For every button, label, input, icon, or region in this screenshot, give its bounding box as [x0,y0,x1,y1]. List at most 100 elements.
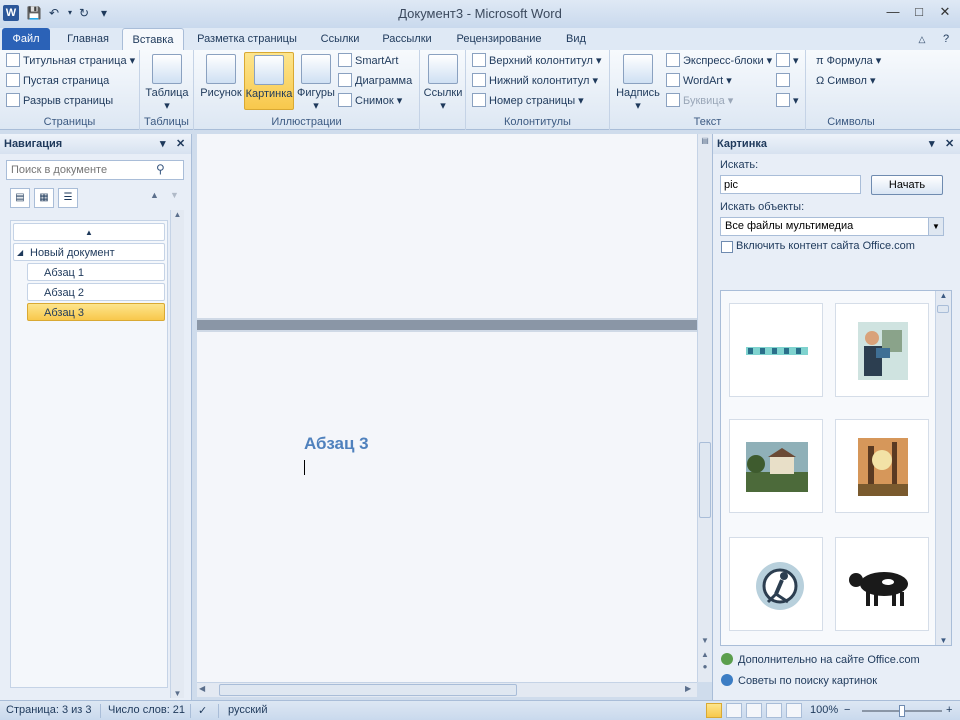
zoom-level[interactable]: 100% [810,704,838,716]
document-horizontal-scrollbar[interactable]: ◀ ▶ [197,682,697,697]
document-heading[interactable]: Абзац 3 [304,434,369,454]
tab-references[interactable]: Ссылки [310,28,370,50]
media-type-select[interactable]: Все файлы мультимедиа ▼ [720,217,944,236]
pane-close-icon[interactable]: ✕ [945,134,954,154]
help-icon[interactable]: ? [936,28,956,50]
scroll-down-icon[interactable]: ▼ [936,636,951,645]
tab-mailings[interactable]: Рассылки [376,28,438,50]
scroll-up-icon[interactable]: ▲ [936,291,951,300]
quick-parts-button[interactable]: Экспресс-блоки ▾ [666,52,772,71]
clipart-search-input[interactable] [720,175,861,194]
nav-scrollbar[interactable]: ▲ ▼ [170,210,184,698]
maximize-icon[interactable]: □ [906,2,932,22]
search-icon[interactable]: ⚲ [156,162,165,176]
chevron-down-icon[interactable]: ▼ [928,218,943,235]
scroll-right-icon[interactable]: ▶ [685,684,691,693]
next-heading-icon[interactable]: ▼ [170,190,179,200]
page-number-button[interactable]: Номер страницы ▾ [472,92,584,111]
web-layout-icon[interactable] [746,703,762,718]
previous-page[interactable] [197,134,697,318]
tab-home[interactable]: Главная [56,28,120,50]
wordart-button[interactable]: WordArt ▾ [666,72,732,91]
pane-options-icon[interactable]: ▾ [160,134,166,154]
horizontal-scroll-thumb[interactable] [219,684,517,696]
cow-image [849,572,908,606]
wordart-icon [666,73,680,87]
links-button[interactable]: Ссылки ▾ [422,52,464,112]
browse-object-icon[interactable]: ● [698,662,712,671]
vertical-scroll-thumb[interactable] [699,442,711,518]
tab-page-layout[interactable]: Разметка страницы [190,28,304,50]
tree-item-paragraph-3[interactable]: Абзац 3 [27,303,165,321]
screenshot-button[interactable]: Снимок ▾ [338,92,402,111]
proofing-icon[interactable]: ✓ [198,704,207,717]
object-icon[interactable]: ▾ [776,92,799,111]
tree-item-paragraph-2[interactable]: Абзац 2 [27,283,165,301]
footer-button[interactable]: Нижний колонтитул ▾ [472,72,598,91]
include-office-checkbox[interactable] [721,241,733,253]
scroll-down-icon[interactable]: ▼ [171,689,184,698]
smartart-button[interactable]: SmartArt [338,52,398,71]
tab-review[interactable]: Рецензирование [448,28,550,50]
tree-item-document[interactable]: ◢ Новый документ [13,243,165,261]
date-time-icon[interactable] [776,72,793,91]
page-count[interactable]: Страница: 3 из 3 [6,704,92,716]
full-screen-reading-icon[interactable] [726,703,742,718]
cow-clip[interactable] [835,537,929,631]
signature-line-icon[interactable]: ▾ [776,52,799,71]
tab-insert[interactable]: Вставка [122,28,184,50]
tab-file[interactable]: Файл [2,28,50,50]
close-icon[interactable]: ✕ [932,2,958,22]
clipart-button[interactable]: Картинка [244,52,294,110]
shapes-button[interactable]: Фигуры ▾ [296,52,336,112]
draft-icon[interactable] [786,703,802,718]
scroll-left-icon[interactable]: ◀ [199,684,205,693]
forest-clip[interactable] [835,419,929,513]
blank-page-button[interactable]: Пустая страница [6,72,109,91]
document-vertical-scrollbar[interactable]: ▤ ▼ ▲ ● [697,134,712,682]
language-indicator[interactable]: русский [228,704,267,716]
headings-view-icon[interactable]: ▤ [10,188,30,208]
picture-button[interactable]: Рисунок [198,52,244,110]
tab-view[interactable]: Вид [556,28,596,50]
zoom-out-icon[interactable]: − [844,704,850,716]
search-tips-link[interactable]: Советы по поиску картинок [721,674,877,687]
go-button[interactable]: Начать [871,175,943,195]
zoom-in-icon[interactable]: + [946,704,952,716]
house-clip[interactable] [729,419,823,513]
outline-icon[interactable] [766,703,782,718]
page-break-button[interactable]: Разрыв страницы [6,92,113,111]
print-layout-icon[interactable] [706,703,722,718]
collapse-all-icon[interactable]: ▲ [13,223,165,241]
equation-button[interactable]: π Формула ▾ [816,52,881,71]
results-view-icon[interactable]: ☰ [58,188,78,208]
textbox-button[interactable]: Надпись ▾ [614,52,662,112]
current-page[interactable]: Абзац 3 [197,332,697,682]
zoom-slider-thumb[interactable] [899,705,905,717]
results-scroll-thumb[interactable] [937,305,949,313]
previous-heading-icon[interactable]: ▲ [150,190,159,200]
drop-cap-button[interactable]: Буквица ▾ [666,92,733,111]
businessman-clip[interactable] [835,303,929,397]
office-more-link[interactable]: Дополнительно на сайте Office.com [721,653,920,666]
border-clip[interactable] [729,303,823,397]
results-scrollbar[interactable]: ▲ ▼ [935,291,951,645]
table-button[interactable]: Таблица ▾ [144,52,190,112]
pages-view-icon[interactable]: ▦ [34,188,54,208]
tree-item-paragraph-1[interactable]: Абзац 1 [27,263,165,281]
cover-page-button[interactable]: Титульная страница ▾ [6,52,135,71]
drop-cap-icon [666,93,680,107]
pane-close-icon[interactable]: ✕ [176,134,185,154]
scroll-down-icon[interactable]: ▼ [698,636,712,645]
minimize-icon[interactable]: — [880,2,906,22]
ruler-toggle-icon[interactable]: ▤ [698,136,712,145]
pane-options-icon[interactable]: ▾ [929,134,935,154]
scroll-up-icon[interactable]: ▲ [171,210,184,219]
word-count[interactable]: Число слов: 21 [108,704,185,716]
header-button[interactable]: Верхний колонтитул ▾ [472,52,602,71]
chart-button[interactable]: Диаграмма [338,72,412,91]
symbol-button[interactable]: Ω Символ ▾ [816,72,876,91]
minimize-ribbon-icon[interactable]: △ [912,28,932,50]
runner-gear-clip[interactable] [729,537,823,631]
previous-page-icon[interactable]: ▲ [698,650,712,659]
